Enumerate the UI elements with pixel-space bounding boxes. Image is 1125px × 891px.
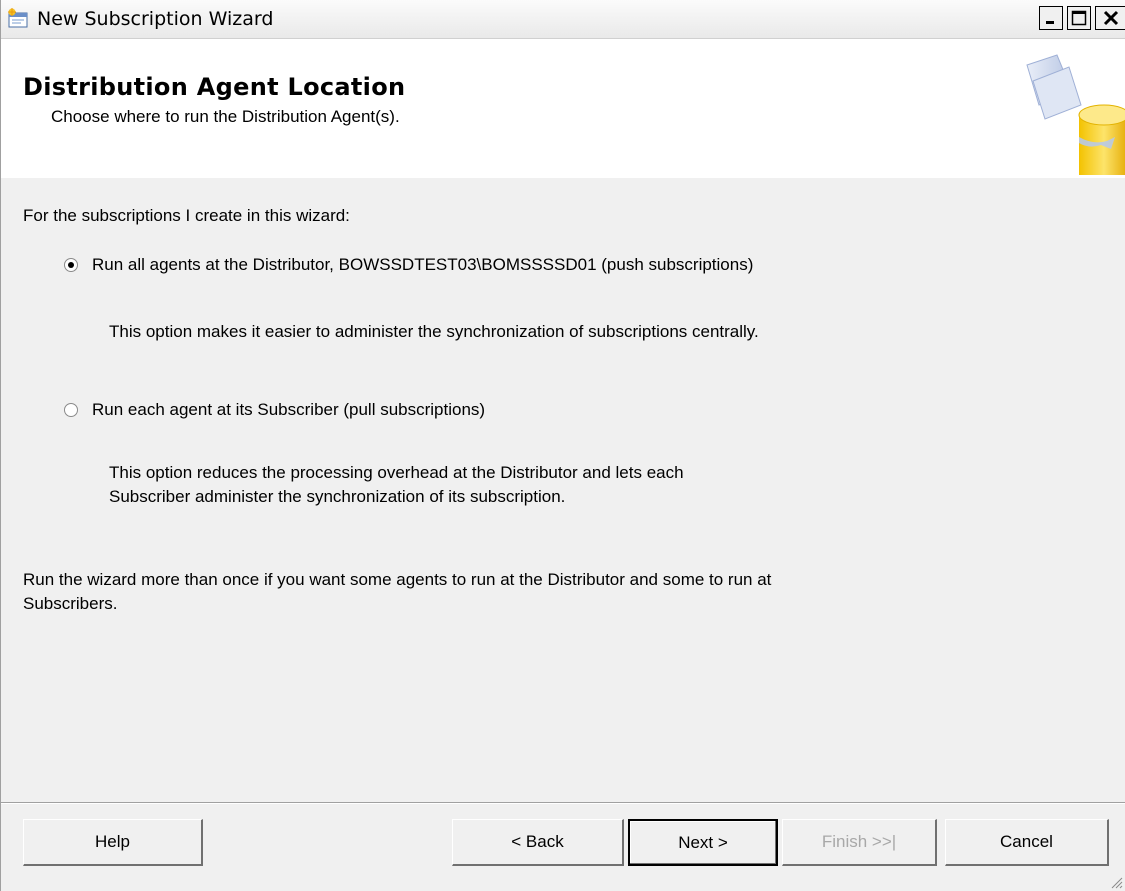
note-text-line1: Run the wizard more than once if you wan… [23,570,772,589]
header-separator [1,177,1125,178]
push-subscriptions-radio[interactable] [63,257,79,273]
minimize-icon [1046,21,1054,24]
pull-subscriptions-label[interactable]: Run each agent at its Subscriber (pull s… [92,400,485,420]
help-button[interactable]: Help [23,819,203,866]
push-subscriptions-label[interactable]: Run all agents at the Distributor, BOWSS… [92,255,753,275]
intro-text: For the subscriptions I create in this w… [23,206,350,225]
pull-subscriptions-radio[interactable] [63,402,79,418]
finish-button: Finish >>| [782,819,937,866]
resize-grip-icon[interactable] [1109,875,1123,889]
maximize-icon [1071,10,1087,26]
note-text-line2: Subscribers. [23,594,118,613]
pull-subscriptions-description-line2: Subscriber administer the synchronizatio… [109,487,566,506]
next-button[interactable]: Next > [628,819,778,866]
wizard-app-icon [7,8,29,28]
pull-subscriptions-description-line1: This option reduces the processing overh… [109,463,684,482]
maximize-button[interactable] [1067,6,1091,30]
database-wizard-icon [1026,54,1125,175]
page-subtitle: Choose where to run the Distribution Age… [51,107,400,126]
minimize-button[interactable] [1039,6,1063,30]
push-subscriptions-description: This option makes it easier to administe… [109,322,759,341]
footer-separator-highlight [1,803,1125,804]
close-button[interactable] [1095,6,1125,30]
page-title: Distribution Agent Location [23,73,406,101]
window-title: New Subscription Wizard [37,8,274,30]
back-button[interactable]: < Back [452,819,624,866]
cancel-button[interactable]: Cancel [945,819,1109,866]
title-bar[interactable]: New Subscription Wizard [1,0,1125,39]
wizard-header: Distribution Agent Location Choose where… [1,39,1125,178]
wizard-window: New Subscription Wizard Distribution Age… [0,0,1125,891]
close-icon [1103,10,1119,26]
